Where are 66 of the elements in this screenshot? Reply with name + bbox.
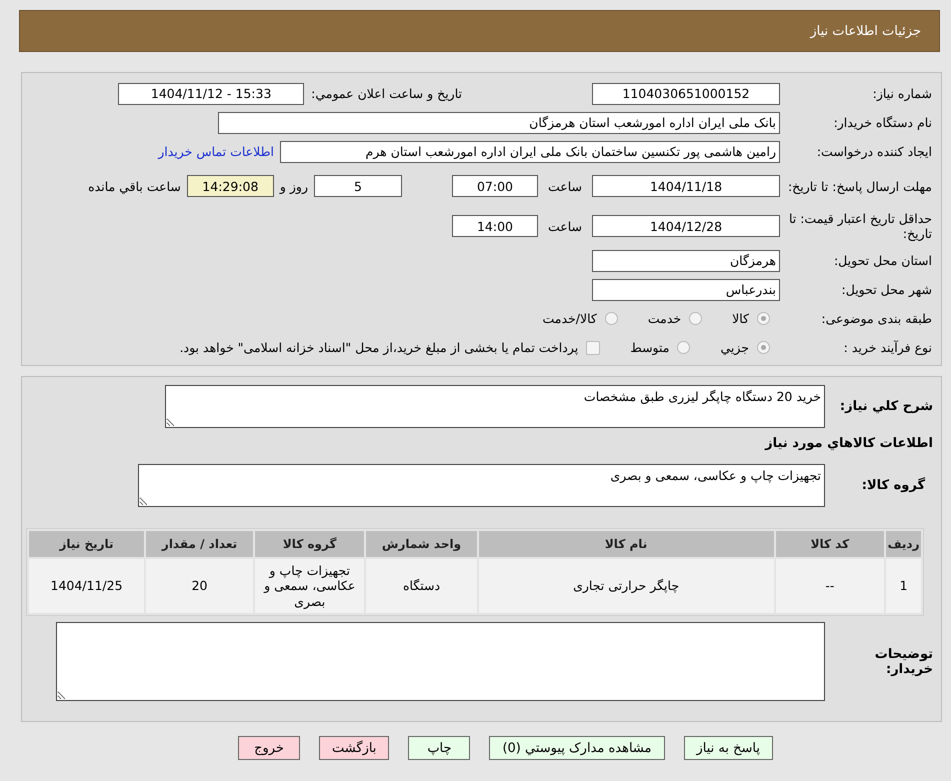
table-cell: 1 xyxy=(886,559,921,613)
radio-button[interactable] xyxy=(677,341,690,354)
field-label: کالا xyxy=(732,311,749,326)
radio-button[interactable] xyxy=(604,312,618,325)
text-field[interactable]: 1404/11/12 - 15:33 xyxy=(118,82,304,104)
column-header: گروه کالا xyxy=(255,531,364,557)
field-label: تاریخ و ساعت اعلان عمومي: xyxy=(311,86,462,101)
radio-button[interactable] xyxy=(689,312,702,325)
text-field[interactable]: 1404/11/18 xyxy=(592,175,780,197)
field-label: حداقل تاریخ اعتبار قیمت: تا تاریخ: xyxy=(788,211,933,241)
page-title: جزئیات اطلاعات نیاز xyxy=(810,24,921,38)
field-label: ساعت xyxy=(548,178,582,194)
field-label: استان محل تحویل: xyxy=(832,253,933,268)
field-label: جزیي xyxy=(720,340,749,355)
action-button[interactable]: چاپ xyxy=(408,736,470,760)
table-cell: تجهیزات چاپ و عکاسی، سمعی و بصری xyxy=(255,559,364,613)
table-cell: -- xyxy=(776,559,884,613)
field-label: پرداخت تمام یا بخشی از مبلغ خرید،از محل "اسناد خزانه اسلامی" خواهد بود. xyxy=(180,340,578,355)
action-button[interactable]: مشاهده مدارک پیوستي (0) xyxy=(489,736,664,760)
field-label: گروه کالا: xyxy=(860,478,926,493)
table-cell: دستگاه xyxy=(366,559,477,613)
field-label: کالا/خدمت xyxy=(542,311,597,326)
radio-button[interactable] xyxy=(757,312,770,325)
field-label: ساعت باقي مانده xyxy=(88,178,181,194)
column-header: ردیف xyxy=(886,531,921,557)
table-cell: 1404/11/25 xyxy=(29,559,144,613)
action-button[interactable]: خروج xyxy=(238,736,300,760)
notes-field[interactable] xyxy=(56,622,825,701)
radio-button[interactable] xyxy=(757,341,770,354)
text-field[interactable]: بانک ملی ایران اداره امورشعب استان هرمزگان xyxy=(218,112,780,134)
field-label: ایجاد کننده درخواست: xyxy=(816,144,933,159)
field-label: طبقه بندی موضوعی: xyxy=(820,311,933,326)
column-header: نام کالا xyxy=(478,531,774,557)
field-label: نوع فرآیند خرید : xyxy=(842,340,933,355)
text-field[interactable]: 1104030651000152 xyxy=(592,82,780,104)
column-header: واحد شمارش xyxy=(366,531,477,557)
text-field[interactable]: 14:29:08 xyxy=(186,175,274,197)
column-header: تعداد / مقدار xyxy=(146,531,253,557)
contact-link[interactable]: اطلاعات تماس خریدار xyxy=(158,144,274,159)
text-field[interactable]: بندرعباس xyxy=(592,278,780,300)
field-label: مهلت ارسال پاسخ: تا تاریخ: xyxy=(786,178,933,194)
checkbox[interactable] xyxy=(586,340,600,354)
field-label: توضیحات خریدار: xyxy=(874,646,934,676)
field-label: ساعت xyxy=(548,218,582,234)
field-label: شرح کلي نیاز: xyxy=(838,399,934,414)
field-label: نام دستگاه خریدار: xyxy=(832,115,933,130)
field-label: شماره نیاز: xyxy=(872,86,933,101)
table-cell: 20 xyxy=(146,559,253,613)
text-area[interactable]: خرید 20 دستگاه چاپگر لیزری طبق مشخصات xyxy=(165,385,825,428)
table-cell: چاپگر حرارتی تجاری xyxy=(478,559,774,613)
column-header: کد کالا xyxy=(776,531,884,557)
section-heading: اطلاعات کالاهاي مورد نیاز xyxy=(764,435,934,453)
field-label: خدمت xyxy=(648,311,682,326)
text-field[interactable]: 07:00 xyxy=(452,175,538,197)
field-label: متوسط xyxy=(630,340,670,355)
action-button[interactable]: پاسخ به نیاز xyxy=(684,736,773,760)
action-button[interactable]: بازگشت xyxy=(319,736,390,760)
text-field[interactable]: رامین هاشمی پور تکنسین ساختمان بانک ملی ایران اداره امورشعب استان هرم xyxy=(280,140,780,162)
text-field[interactable]: 1404/12/28 xyxy=(592,215,780,237)
text-area[interactable]: تجهیزات چاپ و عکاسی، سمعی و بصری xyxy=(138,464,825,507)
field-label: شهر محل تحویل: xyxy=(840,282,933,297)
column-header: تاریخ نیاز xyxy=(29,531,144,557)
text-field[interactable]: 5 xyxy=(314,175,402,197)
text-field[interactable]: هرمزگان xyxy=(592,250,780,272)
text-field[interactable]: 14:00 xyxy=(452,215,538,237)
field-label: روز و xyxy=(280,178,308,194)
